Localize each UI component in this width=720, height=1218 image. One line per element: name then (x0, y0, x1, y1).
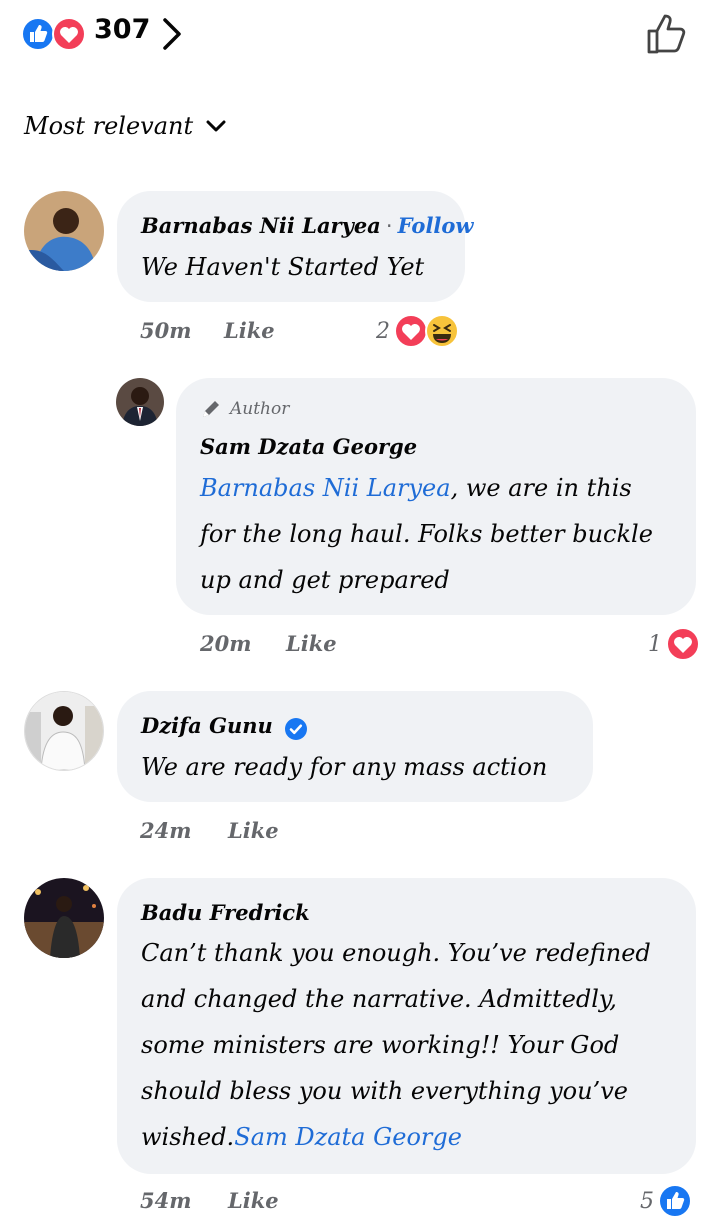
verified-badge-icon (284, 717, 307, 740)
text-line: should bless you with everything you’ve (141, 1077, 628, 1105)
author-label: Author (230, 399, 290, 419)
reactions-header[interactable]: 307 (0, 0, 720, 70)
mention-link[interactable]: Barnabas Nii Laryea (200, 474, 451, 502)
chevron-down-icon (206, 120, 226, 132)
reaction-icons (394, 314, 459, 348)
comment-bubble[interactable]: Dzifa Gunu We are ready for any mass act… (117, 691, 593, 802)
text-line: , we are in this (450, 474, 632, 502)
like-button[interactable]: Like (224, 318, 275, 343)
avatar[interactable] (24, 878, 104, 958)
text-line: wished. (141, 1123, 235, 1151)
like-button[interactable]: Like (228, 1188, 279, 1213)
comment-reactions[interactable]: 1 (648, 627, 700, 661)
text-line: Can’t thank you enough. You’ve redefined (141, 939, 651, 967)
comment-bubble[interactable]: Badu Fredrick Can’t thank you enough. Yo… (117, 878, 696, 1174)
comment-time: 24m (140, 818, 192, 843)
sort-label: Most relevant (24, 112, 194, 140)
commenter-name[interactable]: Badu Fredrick (141, 900, 310, 925)
comment-time: 54m (140, 1188, 192, 1213)
haha-icon (425, 314, 459, 348)
reaction-count: 2 (376, 318, 390, 344)
love-icon (52, 17, 86, 51)
reaction-count[interactable]: 307 (94, 14, 150, 45)
avatar[interactable] (116, 378, 164, 426)
reaction-count: 5 (640, 1188, 654, 1214)
like-outline-icon[interactable] (644, 12, 692, 56)
comment-reactions[interactable]: 5 (640, 1184, 692, 1218)
commenter-name[interactable]: Barnabas Nii Laryea (141, 213, 381, 238)
mention-link[interactable]: Sam Dzata George (234, 1123, 462, 1151)
avatar[interactable] (24, 191, 104, 271)
comment-text: We Haven't Started Yet (141, 253, 425, 281)
text-line: and changed the narrative. Admittedly, (141, 985, 617, 1013)
comment-text: Can’t thank you enough. You’ve redefined… (141, 930, 651, 1160)
commenter-name[interactable]: Dzifa Gunu (141, 713, 273, 738)
text-line: for the long haul. Folks better buckle (200, 520, 653, 548)
comment-time: 50m (140, 318, 192, 343)
reaction-count: 1 (648, 631, 662, 657)
reply-bubble[interactable]: Author Sam Dzata George Barnabas Nii Lar… (176, 378, 696, 615)
like-icon (21, 17, 55, 51)
comment-time: 20m (200, 631, 252, 656)
like-button[interactable]: Like (286, 631, 337, 656)
comment-text: Barnabas Nii Laryea, we are in this for … (200, 465, 653, 603)
follow-button[interactable]: Follow (398, 213, 474, 238)
comment-reactions[interactable]: 2 (376, 314, 460, 348)
pencil-icon (203, 401, 219, 417)
comment-bubble[interactable]: Barnabas Nii Laryea · Follow We Haven't … (117, 191, 473, 302)
separator-dot: · (385, 214, 393, 238)
sort-dropdown[interactable]: Most relevant (24, 112, 227, 140)
comment-text: We are ready for any mass action (141, 753, 548, 781)
text-line: up and get prepared (200, 566, 450, 594)
commenter-name[interactable]: Sam Dzata George (200, 434, 417, 459)
like-icon (658, 1184, 692, 1218)
author-badge: Author (200, 398, 289, 420)
love-icon (666, 627, 700, 661)
chevron-right-icon[interactable] (158, 16, 186, 52)
avatar[interactable] (24, 691, 104, 771)
text-line: some ministers are working!! Your God (141, 1031, 620, 1059)
like-button[interactable]: Like (228, 818, 279, 843)
reaction-icons (21, 17, 86, 51)
love-icon (394, 314, 428, 348)
